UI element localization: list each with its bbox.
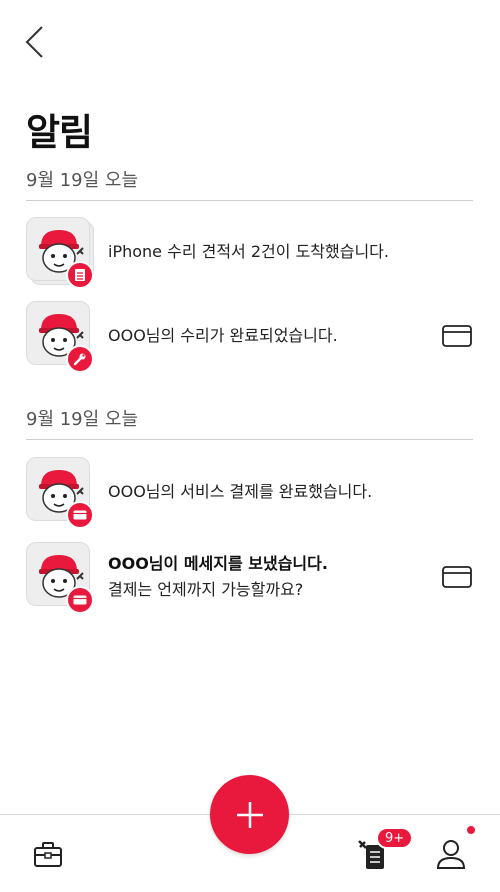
document-icon: [75, 269, 85, 281]
card-icon: [73, 595, 87, 605]
mascot-thumbnail: [26, 457, 96, 529]
page-title: 알림: [26, 111, 93, 154]
profile-tab[interactable]: [434, 836, 468, 872]
plus-icon: [236, 801, 263, 828]
card-badge: [66, 501, 94, 529]
notification-text: OOO님이 메세지를 보냈습니다. 결제는 언제까지 가능할까요?: [108, 551, 441, 603]
notification-text: OOO님의 서비스 결제를 완료했습니다.: [108, 482, 373, 501]
mascot-thumbnail: [26, 542, 96, 614]
message-preview: 결제는 언제까지 가능할까요?: [108, 580, 304, 599]
notification-count-badge: 9+: [376, 827, 414, 849]
toolbox-icon: [34, 842, 62, 867]
date-label: 9월 19일 오늘: [26, 166, 473, 201]
notification-item[interactable]: iPhone 수리 견적서 2건이 도착했습니다.: [26, 217, 473, 289]
document-badge: [66, 261, 94, 289]
new-indicator-dot: [467, 826, 475, 834]
card-icon[interactable]: [441, 565, 473, 589]
wrench-badge: [66, 345, 94, 373]
mascot-thumbnail: [26, 217, 96, 289]
chevron-left-icon: [24, 25, 46, 63]
notification-item[interactable]: OOO님의 서비스 결제를 완료했습니다.: [26, 457, 473, 529]
message-title: OOO님이 메세지를 보냈습니다.: [108, 554, 328, 573]
date-section-header: 9월 19일 오늘: [26, 166, 473, 201]
user-icon: [436, 840, 466, 869]
notification-item[interactable]: OOO님이 메세지를 보냈습니다. 결제는 언제까지 가능할까요?: [26, 542, 473, 614]
add-button[interactable]: [210, 775, 289, 854]
notification-text: iPhone 수리 견적서 2건이 도착했습니다.: [108, 242, 389, 261]
card-badge: [66, 586, 94, 614]
mascot-thumbnail: [26, 301, 96, 373]
card-icon[interactable]: [441, 324, 473, 348]
date-section-header: 9월 19일 오늘: [26, 405, 473, 440]
wrench-icon: [73, 353, 86, 366]
notification-text: OOO님의 수리가 완료되었습니다.: [108, 326, 338, 345]
notification-item[interactable]: OOO님의 수리가 완료되었습니다.: [26, 301, 473, 373]
toolbox-tab[interactable]: [32, 838, 64, 870]
date-label: 9월 19일 오늘: [26, 405, 473, 440]
card-icon: [73, 510, 87, 520]
back-button[interactable]: [24, 26, 50, 62]
